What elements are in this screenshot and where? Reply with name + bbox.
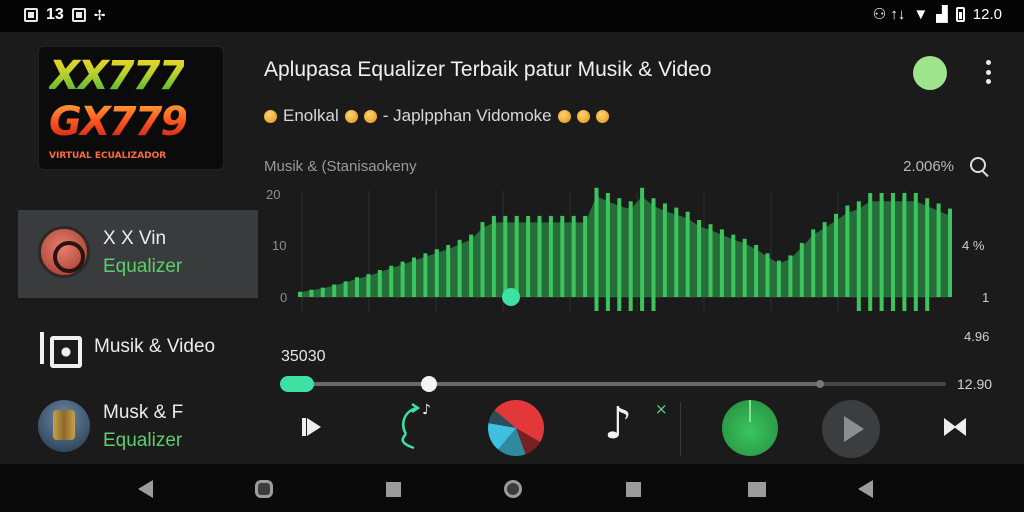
eq-band-bar [879,193,884,311]
seek-progress [284,382,820,386]
eq-band-bar [560,215,565,297]
eq-band-bar [936,203,941,297]
next-button[interactable] [944,416,968,438]
eq-band-bar [571,215,576,297]
eq-band-bar [902,193,907,311]
eq-band-bar [799,242,804,297]
eq-band-bar [355,277,359,297]
eq-band-bar [856,201,861,311]
eq-band-bar [685,211,690,297]
split-screen-icon[interactable] [748,482,766,497]
music-note-icon[interactable]: ♪ [604,402,632,446]
eq-band-bar [457,239,462,297]
assistant-icon[interactable] [504,480,522,498]
eq-band-bar [891,193,895,311]
eq-band-bar [651,198,656,311]
eq-band-bar [389,265,394,297]
total-time: 12.90 [957,376,993,392]
eq-band-bar [332,284,337,297]
eq-band-bar [811,229,816,297]
color-wheel-button[interactable] [488,400,544,456]
seek-knob[interactable] [421,376,437,392]
eq-band-bar [674,207,679,297]
eq-band-bar [377,270,382,297]
eq-band-bar [309,289,314,297]
eq-band-bar [913,193,918,311]
recents-icon[interactable] [386,482,401,497]
eq-band-bar [537,215,542,297]
eq-band-bar [400,261,405,297]
eq-band-bar [822,222,827,297]
eq-band-bar [788,255,793,297]
eq-band-bar [446,245,451,297]
eq-band-bar [628,201,633,311]
eq-band-bar [366,274,371,297]
navigation-bar [0,464,1024,512]
equalizer-fill [300,196,950,297]
eq-band-bar [434,249,439,297]
eq-band-bar [662,203,667,297]
eq-band-bar [343,281,348,297]
recents-icon[interactable] [626,482,641,497]
eq-band-bar [469,234,474,297]
eq-band-bar [480,222,485,297]
previous-button[interactable] [302,416,324,438]
eq-band-bar [948,208,952,297]
eq-band-bar [708,224,713,297]
eq-band-bar [925,198,930,311]
eq-band-bar [834,213,838,297]
eq-band-bar [548,215,553,297]
eq-band-bar [514,215,519,297]
eq-band-bar [503,215,508,297]
eq-band-bar [526,215,531,297]
eq-band-bar [754,245,759,297]
eq-band-bar [423,253,428,297]
back-icon[interactable] [138,480,153,498]
eq-band-bar [617,198,622,311]
play-alt-button[interactable] [822,400,880,458]
eq-band-bar [640,187,645,311]
repeat-icon[interactable]: ♪ [394,400,438,456]
eq-band-bar [742,238,747,297]
eq-band-bar [605,193,610,311]
eq-band-bar [731,234,736,297]
seek-end-marker [816,380,824,388]
eq-band-bar [320,287,325,297]
back-icon[interactable] [858,480,873,498]
eq-band-bar [765,253,770,297]
eq-band-bar [845,205,850,297]
close-badge-icon[interactable]: × [655,400,668,418]
home-icon[interactable] [255,480,273,498]
eq-band-bar [868,193,873,311]
seek-start-pill[interactable] [280,376,314,392]
svg-text:♪: ♪ [422,402,431,418]
divider [680,402,681,456]
eq-band-bar [594,187,599,311]
eq-band-bar [298,291,302,297]
equalizer-handle[interactable] [502,288,520,306]
eq-band-bar [776,260,781,297]
eq-band-bar [412,257,416,297]
eq-band-bar [491,215,496,297]
play-button[interactable] [722,400,778,456]
elapsed-time: 35030 [281,348,326,365]
eq-band-bar [583,215,588,297]
eq-band-bar [697,220,702,297]
eq-band-bar [719,229,724,297]
